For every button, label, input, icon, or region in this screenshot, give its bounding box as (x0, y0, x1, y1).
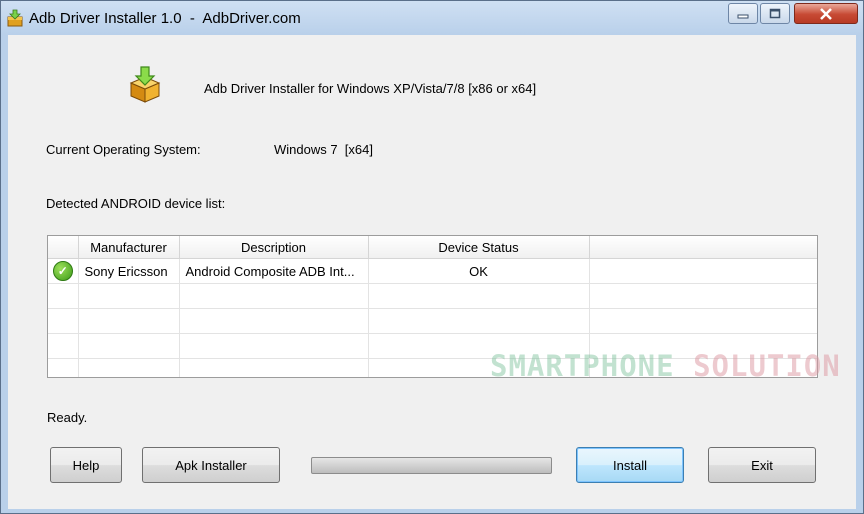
exit-button[interactable]: Exit (708, 447, 816, 483)
minimize-button[interactable] (728, 3, 758, 24)
table-header-row: Manufacturer Description Device Status (48, 236, 817, 259)
app-icon (7, 9, 23, 27)
cell-manufacturer: Sony Ericsson (78, 258, 180, 284)
empty-row (48, 283, 817, 309)
progress-bar (311, 457, 552, 474)
install-button[interactable]: Install (576, 447, 684, 483)
watermark: SMARTPHONE SOLUTION (490, 349, 841, 383)
os-label: Current Operating System: (46, 142, 201, 157)
window-client-area: Adb Driver Installer for Windows XP/Vist… (8, 35, 856, 509)
close-icon (820, 7, 832, 20)
cell-description: Android Composite ADB Int... (179, 258, 369, 284)
os-value: Windows 7 [x64] (274, 142, 373, 157)
maximize-button[interactable] (760, 3, 790, 24)
maximize-icon (769, 8, 781, 19)
column-header-device-status[interactable]: Device Status (368, 236, 590, 259)
watermark-part2: SOLUTION (693, 349, 841, 383)
column-header-filler (589, 236, 817, 259)
window-title: Adb Driver Installer 1.0 - AdbDriver.com (29, 10, 301, 27)
minimize-icon (737, 14, 749, 18)
header-text: Adb Driver Installer for Windows XP/Vist… (204, 81, 537, 96)
empty-row (48, 308, 817, 334)
device-list-label: Detected ANDROID device list: (46, 196, 226, 211)
check-icon: ✓ (52, 261, 73, 281)
table-row[interactable]: ✓ Sony Ericsson Android Composite ADB In… (48, 258, 817, 284)
title-bar[interactable]: Adb Driver Installer 1.0 - AdbDriver.com (1, 1, 863, 35)
cell-device-status: OK (368, 258, 590, 284)
status-text: Ready. (47, 410, 88, 425)
watermark-part1: SMARTPHONE (490, 349, 694, 383)
close-button[interactable] (794, 3, 858, 24)
app-window: Adb Driver Installer 1.0 - AdbDriver.com… (0, 0, 864, 514)
column-header-manufacturer[interactable]: Manufacturer (78, 236, 180, 259)
column-header-icon[interactable] (48, 236, 79, 259)
column-header-description[interactable]: Description (179, 236, 369, 259)
apk-installer-button[interactable]: Apk Installer (142, 447, 280, 483)
box-download-icon (129, 66, 161, 103)
help-button[interactable]: Help (50, 447, 122, 483)
